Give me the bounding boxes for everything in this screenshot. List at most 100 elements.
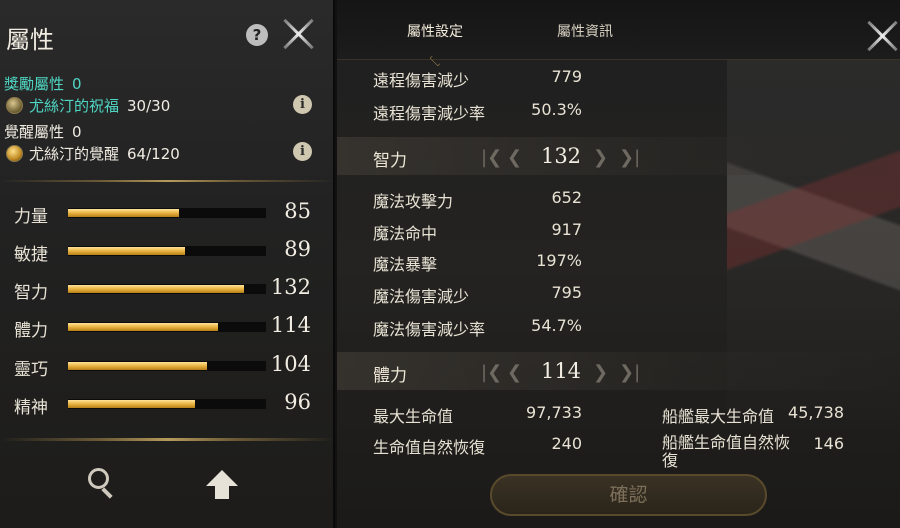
stat-row: 魔法攻擊力 652 xyxy=(373,188,582,211)
stat-label: 遠程傷害減少 xyxy=(373,71,470,90)
stat-label: 魔法暴擊 xyxy=(373,255,438,274)
stat-row: 魔法傷害減少 795 xyxy=(373,283,582,306)
stat-label: 生命值自然恢復 xyxy=(373,438,486,457)
stat-value: 146 xyxy=(813,434,844,453)
stat-row: 生命值自然恢復 240 xyxy=(373,434,582,457)
stat-row: 遠程傷害減少率 50.3% xyxy=(373,100,582,123)
stat-bar-track xyxy=(68,399,266,409)
min-button[interactable]: |❮ xyxy=(481,362,502,383)
awakening-value: 64/120 xyxy=(127,144,180,163)
close-icon[interactable] xyxy=(864,18,900,54)
stat-bar-fill xyxy=(68,362,207,370)
stat-row: 魔法暴擊 197% xyxy=(373,251,582,274)
blessing-name: 尤絲汀的祝福 xyxy=(29,97,120,115)
stat-value: 89 xyxy=(284,237,311,261)
stat-label: 魔法傷害減少 xyxy=(373,287,470,306)
tab-attribute-settings[interactable]: 屬性設定 xyxy=(407,21,463,41)
stat-bar-fill xyxy=(68,323,218,331)
stat-row: 體力 114 xyxy=(0,313,335,341)
increment-button[interactable]: ❯ xyxy=(593,147,608,168)
divider xyxy=(0,438,335,441)
stat-bar-fill xyxy=(68,247,185,255)
decrement-button[interactable]: ❮ xyxy=(507,147,522,168)
stat-name: 靈巧 xyxy=(14,360,48,380)
stat-label: 最大生命值 xyxy=(373,407,454,426)
stat-bar-fill xyxy=(68,400,195,408)
awaken-attribute-label: 覺醒屬性 0 xyxy=(4,121,82,142)
int-stepper: |❮ ❮ 132 ❯ ❯| xyxy=(481,142,641,172)
stat-label: 遠程傷害減少率 xyxy=(373,104,486,123)
stat-bar-track xyxy=(68,246,266,256)
stat-value: 114 xyxy=(270,313,311,337)
stat-value: 45,738 xyxy=(788,403,844,422)
bonus-attribute-value: 0 xyxy=(72,75,82,93)
stat-row: 力量 85 xyxy=(0,199,335,227)
stat-value: 240 xyxy=(551,434,582,453)
awakening-orb-icon xyxy=(6,145,23,162)
stat-name: 智力 xyxy=(14,283,48,303)
stat-value: 96 xyxy=(284,390,311,414)
stat-value: 50.3% xyxy=(531,100,582,119)
stat-row: 最大生命值 97,733 xyxy=(373,403,582,426)
info-icon[interactable]: i xyxy=(293,95,312,114)
stat-value: 132 xyxy=(270,275,311,299)
upload-arrow-icon[interactable] xyxy=(206,470,238,500)
stat-row: 遠程傷害減少 779 xyxy=(373,67,582,90)
stat-bar-fill xyxy=(68,285,244,293)
stat-row: 靈巧 104 xyxy=(0,352,335,380)
awakening-name: 尤絲汀的覺醒 xyxy=(29,145,120,163)
panel-title: 屬性 xyxy=(6,26,54,54)
search-icon[interactable] xyxy=(88,468,118,499)
blessing-orb-icon xyxy=(6,97,23,114)
stat-row: 船艦最大生命值 45,738 xyxy=(662,403,844,426)
stat-name: 體力 xyxy=(14,321,48,341)
int-stepper-label: 智力 xyxy=(373,151,407,171)
stat-row: 船艦生命值自然恢 復 146 xyxy=(662,434,844,474)
max-button[interactable]: ❯| xyxy=(619,147,640,168)
tab-bar: 屬性設定 屬性資訊 xyxy=(337,0,900,67)
stat-bar-fill xyxy=(68,209,179,217)
stat-value: 795 xyxy=(551,283,582,302)
awaken-attribute-value: 0 xyxy=(72,123,82,141)
bonus-attribute-label: 獎勵屬性 0 xyxy=(4,73,82,94)
tab-attribute-info[interactable]: 屬性資訊 xyxy=(557,21,613,41)
bonus-attribute-text: 獎勵屬性 xyxy=(4,75,65,93)
decrement-button[interactable]: ❮ xyxy=(507,362,522,383)
stat-name: 精神 xyxy=(14,398,48,418)
stat-label: 魔法命中 xyxy=(373,224,438,243)
stat-value: 54.7% xyxy=(531,316,582,335)
stat-row: 精神 96 xyxy=(0,390,335,418)
stat-label: 船艦最大生命值 xyxy=(662,407,775,426)
stat-bar-track xyxy=(68,208,266,218)
vit-stepper-label: 體力 xyxy=(373,366,407,386)
help-icon[interactable]: ? xyxy=(246,24,268,46)
stat-bar-track xyxy=(68,284,266,294)
stat-label: 船艦生命值自然恢 復 xyxy=(662,433,791,470)
max-button[interactable]: ❯| xyxy=(619,362,640,383)
stat-value: 97,733 xyxy=(526,403,582,422)
stat-row: 魔法命中 917 xyxy=(373,220,582,243)
blessing-value: 30/30 xyxy=(127,96,171,115)
stat-value: 652 xyxy=(551,188,582,207)
active-tab-indicator xyxy=(429,55,441,67)
attribute-settings-panel: 屬性設定 屬性資訊 遠程傷害減少 779 遠程傷害減少率 50.3% 智力 |❮… xyxy=(337,0,900,528)
stat-value: 85 xyxy=(284,199,311,223)
stat-row: 魔法傷害減少率 54.7% xyxy=(373,316,582,339)
stat-row: 智力 132 xyxy=(0,275,335,303)
stat-name: 力量 xyxy=(14,207,48,227)
stat-value: 104 xyxy=(270,352,311,376)
info-icon[interactable]: i xyxy=(293,142,312,161)
stat-value: 779 xyxy=(551,67,582,86)
stat-label: 魔法攻擊力 xyxy=(373,192,454,211)
confirm-button[interactable]: 確認 xyxy=(490,474,767,516)
stat-label: 魔法傷害減少率 xyxy=(373,320,486,339)
vit-stepper: |❮ ❮ 114 ❯ ❯| xyxy=(481,357,641,387)
close-icon[interactable] xyxy=(280,16,316,52)
stat-value: 197% xyxy=(536,251,582,270)
blessing-row: 尤絲汀的祝福 30/30 xyxy=(6,95,170,116)
stat-value: 917 xyxy=(551,220,582,239)
min-button[interactable]: |❮ xyxy=(481,147,502,168)
increment-button[interactable]: ❯ xyxy=(593,362,608,383)
stepper-value: 132 xyxy=(540,144,582,168)
attribute-panel: 屬性 ? 獎勵屬性 0 尤絲汀的祝福 30/30 i 覺醒屬性 0 尤絲汀的覺醒 6… xyxy=(0,0,335,528)
